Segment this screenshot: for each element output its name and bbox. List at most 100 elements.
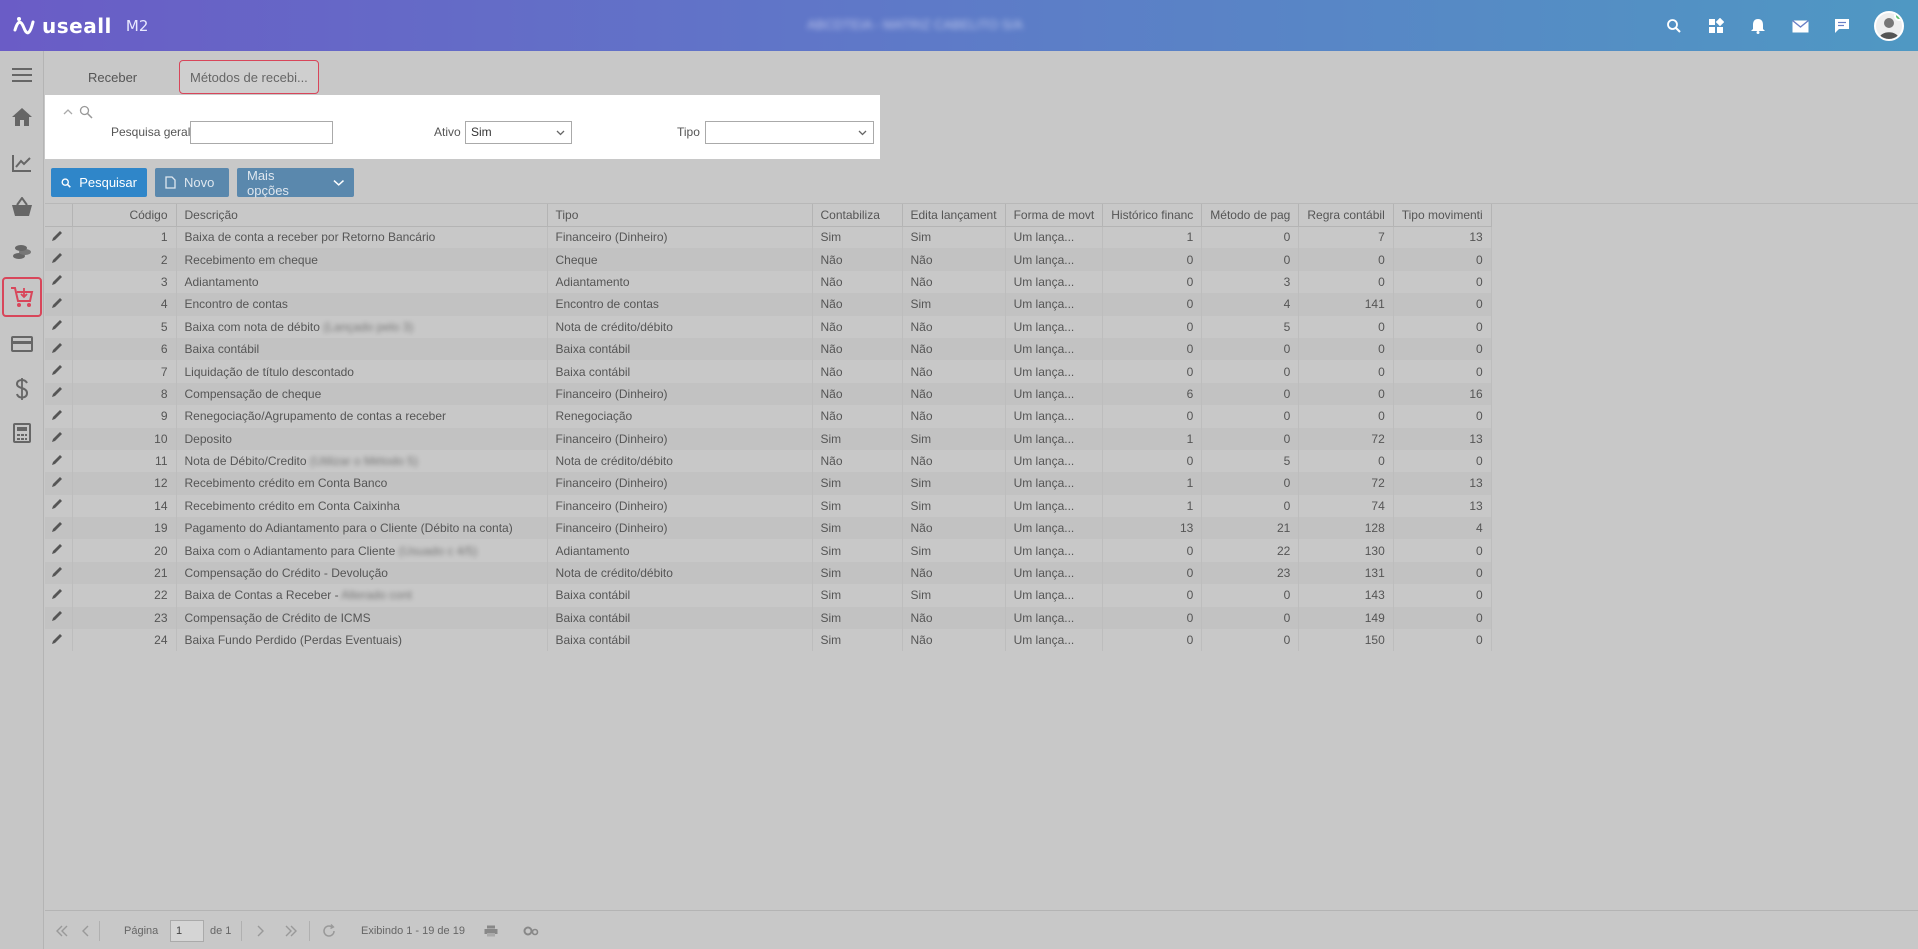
search-button[interactable]: Pesquisar	[51, 168, 147, 197]
column-header-descricao[interactable]: Descrição	[176, 204, 548, 227]
cell-descricao: Recebimento crédito em Conta Banco	[176, 472, 548, 495]
tab-receber[interactable]: Receber	[78, 60, 147, 94]
chat-icon[interactable]	[1832, 16, 1852, 36]
cell-regra-contabil: 0	[1298, 382, 1394, 406]
search-icon	[79, 105, 93, 119]
table-row[interactable]: 7 Liquidação de título descontado Baixa c…	[45, 360, 1492, 383]
new-button[interactable]: Novo	[155, 168, 229, 197]
logo[interactable]: useall M2	[12, 11, 148, 41]
dollar-icon[interactable]	[2, 369, 42, 409]
type-select[interactable]	[705, 121, 874, 144]
calculator-icon[interactable]	[2, 413, 42, 453]
bell-icon[interactable]	[1748, 16, 1768, 36]
table-row[interactable]: 3 Adiantamento Adiantamento Não Não Um lança…	[45, 270, 1492, 294]
basket-icon[interactable]	[2, 187, 42, 227]
menu-icon[interactable]	[2, 55, 42, 95]
page-label: Página	[124, 924, 159, 937]
cell-contabiliza: Sim	[812, 494, 903, 518]
table-row[interactable]: 21 Compensação do Crédito - Devolução Not…	[45, 561, 1492, 585]
edit-row-button[interactable]	[45, 248, 73, 271]
table-row[interactable]: 9 Renegociação/Agrupamento de contas a re…	[45, 405, 1492, 428]
table-row[interactable]: 2 Recebimento em cheque Cheque Não Não Um la…	[45, 248, 1492, 271]
column-header-metodo-pagamento[interactable]: Método de pag	[1201, 204, 1300, 227]
collapse-toggle[interactable]	[63, 105, 93, 119]
refresh-icon[interactable]	[322, 911, 336, 949]
next-page-icon[interactable]	[257, 911, 265, 949]
print-icon[interactable]	[484, 911, 498, 949]
edit-row-button[interactable]	[45, 606, 73, 630]
column-header-historico-financeiro[interactable]: Histórico financ	[1102, 204, 1203, 227]
active-select[interactable]: Sim	[465, 121, 572, 144]
description-text: Renegociação/Agrupamento de contas a rec…	[184, 409, 447, 424]
edit-row-button[interactable]	[45, 226, 73, 249]
table-row[interactable]: 6 Baixa contábil Baixa contábil Não Não Um l…	[45, 337, 1492, 361]
tab-metodos-recebimento[interactable]: Métodos de recebi...	[179, 60, 319, 94]
pencil-icon	[51, 275, 63, 289]
table-row[interactable]: 1 Baixa de conta a receber por Retorno Ba…	[45, 226, 1492, 249]
column-header-forma-movimento[interactable]: Forma de movt	[1005, 204, 1104, 227]
apps-icon[interactable]	[1706, 16, 1726, 36]
chart-icon[interactable]	[2, 143, 42, 183]
previous-page-icon[interactable]	[81, 911, 89, 949]
edit-row-button[interactable]	[45, 293, 73, 316]
general-search-input[interactable]	[190, 121, 333, 144]
cell-tipo: Baixa contábil	[547, 629, 813, 652]
table-row[interactable]: 24 Baixa Fundo Perdido (Perdas Eventuais)…	[45, 629, 1492, 652]
table-row[interactable]: 8 Compensação de cheque Financeiro (Dinhe…	[45, 382, 1492, 406]
first-page-icon[interactable]	[55, 911, 69, 949]
logo-version: M2	[125, 17, 149, 35]
edit-row-button[interactable]	[45, 539, 73, 562]
mail-icon[interactable]	[1790, 16, 1810, 36]
edit-row-button[interactable]	[45, 517, 73, 540]
home-icon[interactable]	[2, 97, 42, 137]
table-row[interactable]: 11 Nota de Débito/Credito (Utilizar o Mét…	[45, 449, 1492, 473]
cell-historico-financeiro: 0	[1102, 449, 1203, 473]
edit-row-button[interactable]	[45, 561, 73, 585]
column-header-tipo-movimento[interactable]: Tipo movimenti	[1393, 204, 1492, 227]
edit-row-button[interactable]	[45, 360, 73, 383]
table-row[interactable]: 14 Recebimento crédito em Conta Caixinha …	[45, 494, 1492, 518]
edit-row-button[interactable]	[45, 427, 73, 450]
edit-row-button[interactable]	[45, 449, 73, 473]
cell-edita-lancamento: Sim	[902, 293, 1006, 316]
column-header-contabiliza[interactable]: Contabiliza	[812, 204, 903, 227]
column-header-tipo[interactable]: Tipo	[547, 204, 813, 227]
chevron-up-icon	[63, 109, 73, 115]
cell-historico-financeiro: 0	[1102, 561, 1203, 585]
chevron-down-icon	[556, 130, 565, 136]
page-number-input[interactable]	[170, 919, 204, 942]
last-page-icon[interactable]	[284, 911, 298, 949]
user-avatar[interactable]	[1874, 11, 1904, 41]
table-row[interactable]: 19 Pagamento do Adiantamento para o Clien…	[45, 517, 1492, 540]
cell-regra-contabil: 7	[1298, 226, 1394, 249]
table-row[interactable]: 10 Deposito Financeiro (Dinheiro) Sim Sim Um…	[45, 427, 1492, 450]
cell-descricao: Pagamento do Adiantamento para o Cliente…	[176, 517, 548, 540]
tab-bar: Receber Métodos de recebi...	[44, 51, 1918, 95]
table-row[interactable]: 23 Compensação de Crédito de ICMS Baixa c…	[45, 606, 1492, 630]
table-row[interactable]: 20 Baixa com o Adiantamento para Cliente …	[45, 539, 1492, 562]
settings-icon[interactable]	[523, 911, 539, 949]
table-row[interactable]: 5 Baixa com nota de débito (Lançado pelo …	[45, 315, 1492, 338]
logo-icon	[13, 17, 35, 35]
edit-row-button[interactable]	[45, 337, 73, 361]
edit-row-button[interactable]	[45, 629, 73, 652]
table-row[interactable]: 12 Recebimento crédito em Conta Banco Fin…	[45, 472, 1492, 495]
column-header-edita-lancamento[interactable]: Edita lançament	[902, 204, 1006, 227]
cart-receive-icon[interactable]	[2, 277, 42, 317]
edit-row-button[interactable]	[45, 382, 73, 406]
table-row[interactable]: 4 Encontro de contas Encontro de contas Nã…	[45, 293, 1492, 316]
table-row[interactable]: 22 Baixa de Contas a Receber - Alterado c…	[45, 584, 1492, 607]
cell-metodo-pagamento: 0	[1201, 494, 1300, 518]
column-header-regra-contabil[interactable]: Regra contábil	[1298, 204, 1394, 227]
edit-row-button[interactable]	[45, 315, 73, 338]
edit-row-button[interactable]	[45, 494, 73, 518]
coins-icon[interactable]	[2, 233, 42, 273]
edit-row-button[interactable]	[45, 270, 73, 294]
more-options-button[interactable]: Mais opções	[237, 168, 354, 198]
search-icon[interactable]	[1664, 16, 1684, 36]
card-icon[interactable]	[2, 324, 42, 364]
edit-row-button[interactable]	[45, 584, 73, 607]
edit-row-button[interactable]	[45, 472, 73, 495]
column-header-codigo[interactable]: Código	[72, 204, 177, 227]
edit-row-button[interactable]	[45, 405, 73, 428]
